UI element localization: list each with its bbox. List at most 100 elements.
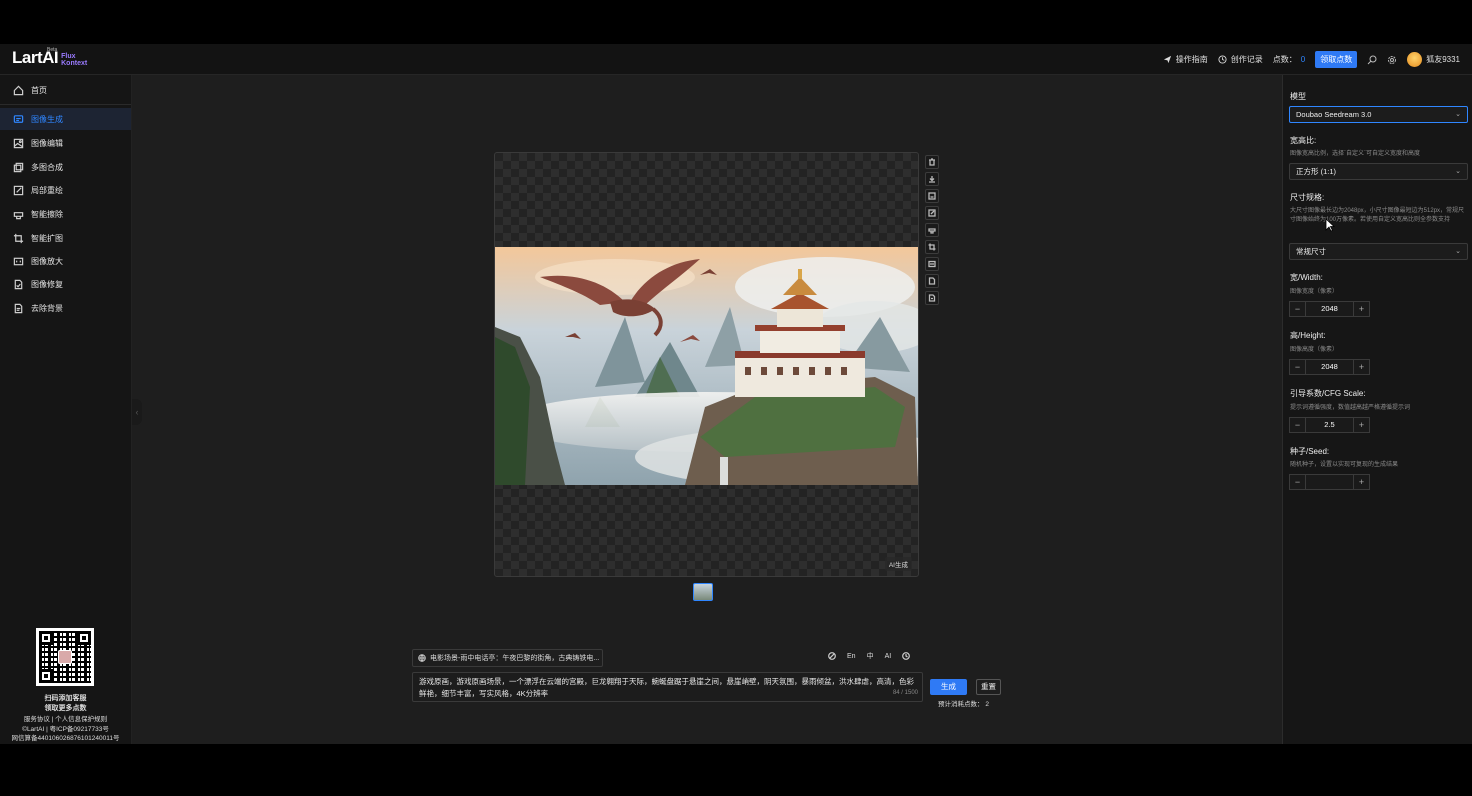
sidebar-collapse-toggle[interactable]: ‹ [132,399,142,425]
prompt-char-counter: 84 / 1500 [892,690,918,696]
width-decrement-button[interactable]: − [1289,301,1306,317]
sidebar-item-multi-image[interactable]: 多图合成 [0,156,131,178]
sidebar-divider [0,104,131,105]
clear-icon[interactable] [828,652,836,660]
download-button[interactable] [925,172,939,186]
seed-increment-button[interactable]: + [1353,474,1370,490]
terms-links[interactable]: 服务协议 | 个人信息保护规则 [0,715,131,724]
settings-panel: 模型 Doubao Seedream 3.0 ⌄ 宽高比: 图像宽高比例，选择`… [1282,75,1472,744]
sidebar-item-remove-bg[interactable]: 去除背景 [0,297,131,319]
estimated-cost: 预计消耗点数： 2 [938,698,989,708]
prompt-suggestion-chip[interactable]: 电影场景-雨中电话亭：午夜巴黎的街角，古典铸铁电... [412,649,603,667]
upscale-button[interactable] [925,257,939,271]
sidebar-item-label: 智能扩图 [31,233,63,243]
claim-points-button[interactable]: 领取点数 [1315,51,1358,68]
image-canvas: AI生成 [494,152,919,577]
model-select[interactable]: Doubao Seedream 3.0 ⌄ [1289,106,1468,123]
algorithm-record-text: 网信算备440106026876101240011号 [11,735,120,742]
height-input[interactable]: 2048 [1306,359,1353,375]
logo-sub-kontext: Kontext [61,60,88,67]
sidebar-item-label: 图像放大 [31,256,63,266]
gear-icon[interactable] [1387,55,1397,65]
history-link[interactable]: 创作记录 [1218,54,1263,65]
points-label: 点数： [1272,55,1297,64]
height-label: 高/Height: [1290,331,1326,340]
logo-sub-flux: Flux [61,53,76,60]
cfg-increment-button[interactable]: + [1353,417,1370,433]
height-stepper: − 2048 + [1289,359,1370,375]
cfg-label: 引导系数/CFG Scale: [1290,389,1366,398]
sidebar-item-home[interactable]: 首页 [0,79,131,101]
sidebar-item-image-gen[interactable]: 图像生成 [0,108,131,130]
sidebar-item-outpaint[interactable]: 智能扩图 [0,227,131,249]
cfg-hint: 提示词遵循强度，数值越高越严格遵循提示词 [1290,405,1411,411]
ratio-select[interactable]: 正方形 (1:1) ⌄ [1289,163,1468,180]
delete-button[interactable] [925,155,939,169]
eraser-icon [13,211,24,219]
remove-bg-button[interactable] [925,291,939,305]
search-icon[interactable] [1367,55,1377,65]
multi-image-icon [13,162,24,172]
cfg-stepper: − 2.5 + [1289,417,1370,433]
model-value: Doubao Seedream 3.0 [1296,110,1372,119]
cfg-input[interactable]: 2.5 [1306,417,1353,433]
history-icon[interactable] [902,652,911,660]
sidebar-item-eraser[interactable]: 智能擦除 [0,203,131,225]
logo[interactable]: LartAI Beta Flux Kontext [12,47,87,67]
user-menu[interactable]: 狐友9331 [1407,52,1460,67]
globe-icon [418,654,426,662]
generate-button[interactable]: 生成 [930,679,967,695]
sidebar-item-repair[interactable]: 图像修复 [0,273,131,295]
points-promo-text: 领取更多点数 [44,705,87,712]
clock-icon [1218,55,1227,64]
height-decrement-button[interactable]: − [1289,359,1306,375]
save-button[interactable] [925,189,939,203]
logo-subtitle: Flux Kontext [61,53,87,67]
ratio-label: 宽高比: [1290,136,1317,145]
prompt-input[interactable]: 游戏原画，游戏原画场景，一个漂浮在云端的宫殿，巨龙翱翔于天际，蜿蜒盘踞于悬崖之间… [412,672,923,702]
seed-input[interactable] [1306,474,1353,490]
seed-hint: 随机种子，设置以实现可复现的生成结果 [1290,462,1399,468]
cfg-decrement-button[interactable]: − [1289,417,1306,433]
cost-value: 2 [985,701,989,708]
chevron-down-icon: ⌄ [1455,111,1461,118]
guide-link[interactable]: 操作指南 [1163,54,1208,65]
reset-button[interactable]: 重置 [976,679,1001,695]
ai-optimize-button[interactable]: AI [885,653,892,660]
sidebar-item-label: 图像修复 [31,279,63,289]
icp-text: ©LartAI | 粤ICP备09217733号 [22,726,109,733]
height-increment-button[interactable]: + [1353,359,1370,375]
repair-icon [928,277,936,285]
remove-bg-icon [14,303,23,313]
sidebar-item-inpaint[interactable]: 局部重绘 [0,179,131,201]
translate-zh-button[interactable]: 中 [867,651,874,661]
width-increment-button[interactable]: + [1353,301,1370,317]
outpaint-button[interactable] [925,240,939,254]
erase-button[interactable] [925,223,939,237]
qr-code [36,628,94,686]
repair-icon [14,279,23,289]
username: 狐友9331 [1426,55,1460,64]
sidebar-item-label: 图像编辑 [31,138,63,148]
repair-button[interactable] [925,274,939,288]
sidebar-item-upscale[interactable]: 图像放大 [0,250,131,272]
header-actions: 操作指南 创作记录 点数： 0 领取点数 狐友9331 [1163,44,1460,75]
chevron-down-icon: ⌄ [1455,248,1461,255]
edit-button[interactable] [925,206,939,220]
sidebar-item-label: 智能擦除 [31,209,63,219]
mouse-cursor-icon [1325,218,1335,232]
translate-en-button[interactable]: En [847,653,856,660]
sidebar-item-image-edit[interactable]: 图像编辑 [0,132,131,154]
size-hint: 大尺寸图像最长边为2048px，小尺寸图像最短边为512px，常规尺寸图像始终为… [1290,208,1465,223]
seed-label: 种子/Seed: [1290,447,1330,456]
generated-image[interactable] [495,247,918,485]
seed-decrement-button[interactable]: − [1289,474,1306,490]
top-header: LartAI Beta Flux Kontext 操作指南 创作记录 点数： 0… [0,44,1472,75]
suggestion-text: 电影场景-雨中电话亭：午夜巴黎的街角，古典铸铁电... [430,655,600,662]
cost-label: 预计消耗点数： [938,701,984,708]
width-input[interactable]: 2048 [1306,301,1353,317]
result-thumbnail[interactable] [693,583,713,601]
support-text: 扫码添加客服 [44,695,87,702]
size-select[interactable]: 常规尺寸 ⌄ [1289,243,1468,260]
inpaint-icon [13,185,24,195]
